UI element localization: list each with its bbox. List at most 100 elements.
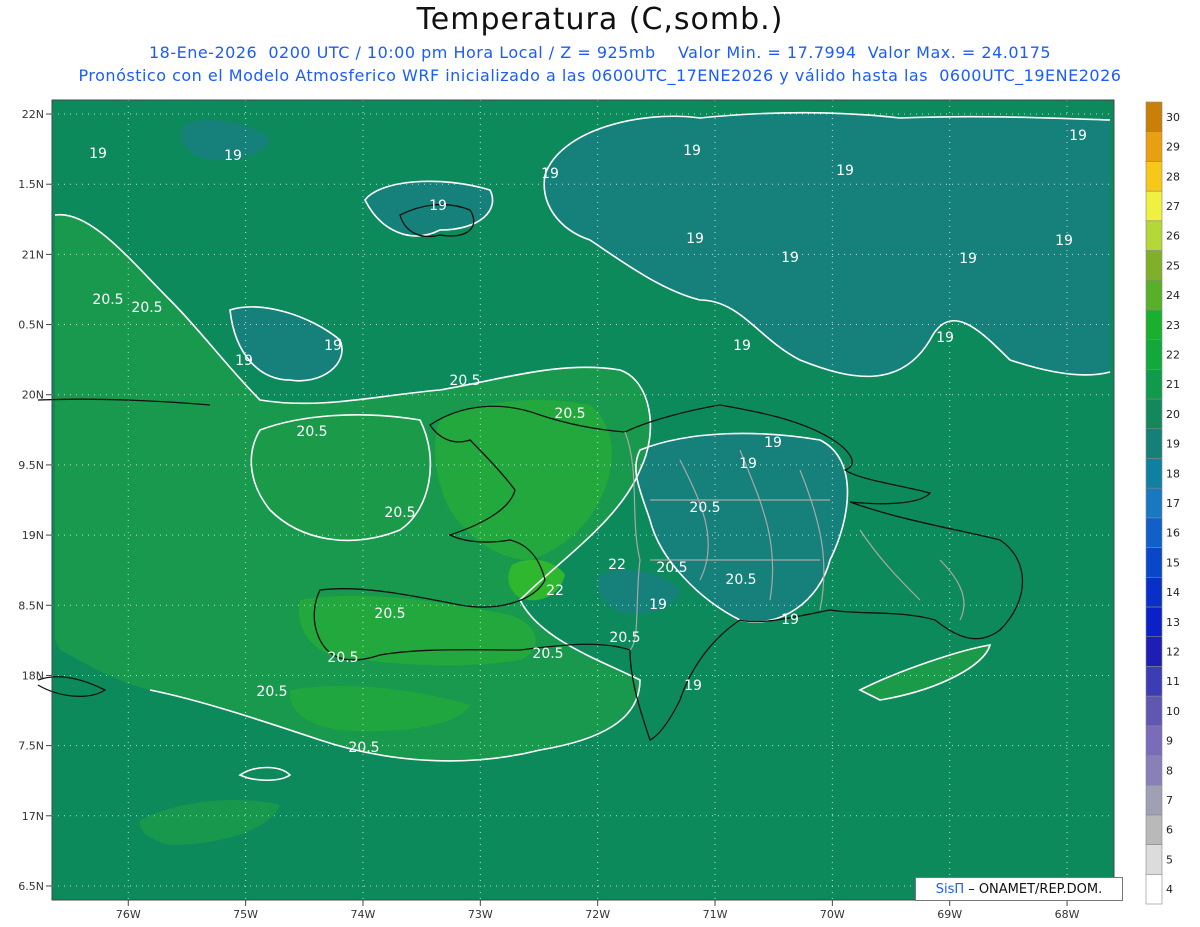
colorbar-swatch: [1145, 369, 1163, 400]
contour-label: 20.5: [689, 500, 720, 516]
colorbar-swatch: [1145, 161, 1163, 192]
contour-label: 19: [781, 250, 799, 266]
contour-label: 19: [836, 163, 854, 179]
colorbar-label: 19: [1166, 438, 1180, 451]
x-tick-label: 69W: [937, 908, 962, 921]
colorbar-label: 11: [1166, 675, 1180, 688]
colorbar-label: 9: [1166, 735, 1173, 748]
contour-label: 19: [684, 678, 702, 694]
branding-box: SisΠ – ONAMET/REP.DOM.: [915, 877, 1123, 901]
colorbar-swatch: [1145, 636, 1163, 667]
contour-label: 19: [781, 612, 799, 628]
colorbar-label: 29: [1166, 141, 1180, 154]
colorbar-label: 7: [1166, 794, 1173, 807]
contour-label: 22: [546, 583, 564, 599]
contour-label: 20.5: [449, 373, 480, 389]
brand-sis-logo: SisΠ: [935, 881, 965, 897]
contour-label: 19: [649, 597, 667, 613]
colorbar-label: 18: [1166, 467, 1180, 480]
colorbar-swatch: [1145, 517, 1163, 548]
brand-onamet-label: – ONAMET/REP.DOM.: [968, 881, 1103, 897]
colorbar-label: 26: [1166, 230, 1180, 243]
y-tick-label: 8.5N: [18, 599, 44, 612]
temperature-map: 19 19 19 19 19 19 19 19 19 19 19 19 19 19 19 19 19 19 19 19…: [18, 99, 1180, 921]
colorbar-swatch: [1145, 784, 1163, 816]
colorbar-swatch: [1145, 695, 1163, 727]
contour-label: 19: [235, 353, 253, 369]
contour-label: 20.5: [532, 646, 563, 662]
x-tick-label: 70W: [820, 908, 845, 921]
colorbar-label: 30: [1166, 111, 1180, 124]
contour-label: 19: [324, 338, 342, 354]
colorbar-label: 4: [1166, 883, 1173, 896]
contour-label: 20.5: [256, 684, 287, 700]
y-tick-label: 6.5N: [18, 880, 44, 893]
y-tick-label: 19N: [22, 529, 44, 542]
x-tick-label: 72W: [585, 908, 610, 921]
colorbar-swatch: [1145, 131, 1163, 162]
contour-label: 19: [764, 435, 782, 451]
colorbar-label: 13: [1166, 616, 1180, 629]
y-tick-label: 22N: [22, 108, 44, 121]
colorbar-label: 25: [1166, 259, 1180, 272]
colorbar-label: 16: [1166, 527, 1180, 540]
colorbar-label: 10: [1166, 705, 1180, 718]
colorbar-swatch: [1145, 844, 1163, 875]
y-tick-label: 9.5N: [18, 459, 44, 472]
contour-label: 19: [224, 148, 242, 164]
contour-label: 19: [541, 166, 559, 182]
colorbar-label: 20: [1166, 408, 1180, 421]
colorbar-swatch: [1145, 250, 1163, 281]
colorbar-label: 6: [1166, 824, 1173, 837]
contour-label: 19: [429, 198, 447, 214]
contour-label: 20.5: [296, 424, 327, 440]
colorbar-label: 15: [1166, 556, 1180, 569]
colorbar-swatch: [1145, 873, 1163, 905]
colorbar-swatch: [1145, 458, 1163, 489]
colorbar-swatch: [1145, 309, 1163, 340]
colorbar-label: 24: [1166, 289, 1180, 302]
colorbar-swatch: [1145, 428, 1163, 459]
contour-label: 19: [936, 330, 954, 346]
contour-label: 22: [608, 557, 626, 573]
contour-label: 20.5: [348, 740, 379, 756]
contour-label: 20.5: [554, 406, 585, 422]
contour-label: 19: [733, 338, 751, 354]
colorbar: 4 5 6 7 8 9 10 11 12 13 14 15 16 17 18 19 20 21 22 23 24 25 26…: [1145, 101, 1180, 905]
colorbar-swatch: [1145, 398, 1163, 430]
colorbar-swatch: [1145, 755, 1163, 786]
y-tick-label: 20N: [22, 389, 44, 402]
contour-label: 19: [89, 146, 107, 162]
colorbar-label: 23: [1166, 319, 1180, 332]
colorbar-swatch: [1145, 547, 1163, 578]
x-tick-label: 68W: [1055, 908, 1080, 921]
contour-label: 19: [739, 456, 757, 472]
colorbar-swatch: [1145, 339, 1163, 370]
colorbar-swatch: [1145, 725, 1163, 756]
colorbar-swatch: [1145, 279, 1163, 311]
y-tick-label: 18N: [22, 669, 44, 682]
colorbar-label: 14: [1166, 586, 1180, 599]
y-tick-label: 17N: [22, 810, 44, 823]
colorbar-swatch: [1145, 576, 1163, 608]
contour-label: 20.5: [384, 505, 415, 521]
colorbar-label: 5: [1166, 853, 1173, 866]
colorbar-swatch: [1145, 220, 1163, 251]
colorbar-swatch: [1145, 666, 1163, 697]
x-tick-label: 71W: [703, 908, 728, 921]
x-tick-label: 74W: [351, 908, 376, 921]
colorbar-swatch: [1145, 814, 1163, 845]
colorbar-label: 22: [1166, 348, 1180, 361]
contour-label: 20.5: [131, 300, 162, 316]
colorbar-label: 28: [1166, 170, 1180, 183]
colorbar-swatch: [1145, 101, 1163, 133]
x-tick-label: 76W: [116, 908, 141, 921]
contour-label: 20.5: [92, 292, 123, 308]
y-tick-label: 7.5N: [18, 740, 44, 753]
colorbar-swatch: [1145, 190, 1163, 222]
contour-label: 19: [683, 143, 701, 159]
contour-label: 19: [686, 231, 704, 247]
y-tick-label: 1.5N: [18, 178, 44, 191]
colorbar-label: 12: [1166, 646, 1180, 659]
colorbar-swatch: [1145, 606, 1163, 637]
